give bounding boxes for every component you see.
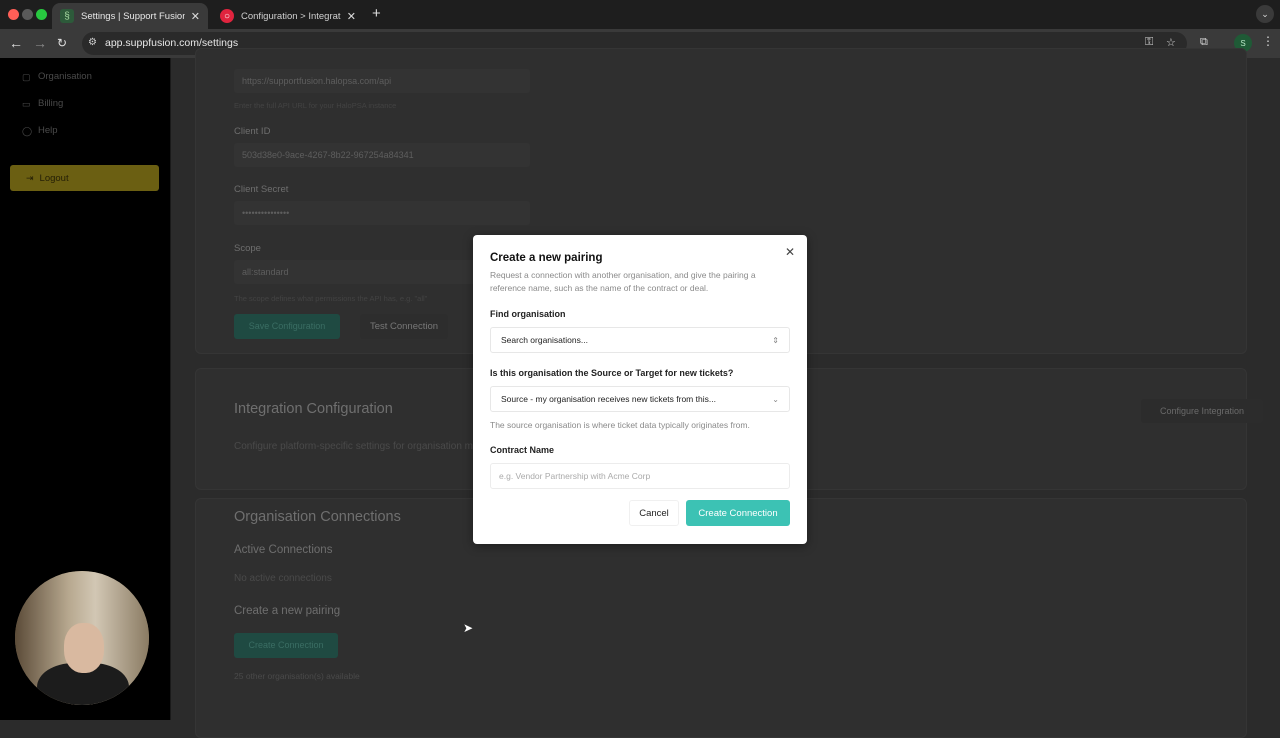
sidebar-item-organisation[interactable]: ▢ Organisation [22,71,92,82]
client-secret-input[interactable]: ••••••••••••••• [234,201,530,225]
mouse-cursor-icon: ➤ [463,621,474,635]
integration-title: Integration Configuration [234,401,393,417]
client-id-label: Client ID [234,126,271,137]
kebab-menu-icon[interactable]: ⋮ [1262,34,1274,48]
reload-icon[interactable]: ↻ [57,36,67,50]
help-icon: ◯ [22,125,33,136]
tab-strip: § Settings | Support Fusion ✕ ○ Configur… [0,0,1280,29]
chevron-up-down-icon: ⇕ [772,335,779,345]
contract-name-input[interactable] [490,463,790,489]
card-icon: ▭ [22,98,31,109]
minimize-window-button[interactable] [22,9,33,20]
save-configuration-button[interactable]: Save Configuration [234,314,340,339]
test-connection-button[interactable]: Test Connection [360,314,448,339]
sidebar-item-label: Help [38,125,58,136]
client-secret-label: Client Secret [234,184,289,195]
presenter-head [64,623,104,673]
create-connection-button[interactable]: Create Connection [234,633,338,658]
halo-favicon-icon: ○ [220,9,234,23]
sidebar-item-help[interactable]: ◯ Help [22,125,58,136]
source-target-label: Is this organisation the Source or Targe… [490,368,734,378]
api-url-input[interactable]: https://supportfusion.halopsa.com/api [234,69,530,93]
dialog-description: Request a connection with another organi… [490,270,756,293]
tab-title: Settings | Support Fusion [81,10,185,22]
sidebar-item-label: Organisation [38,71,92,82]
no-active-connections-text: No active connections [234,573,332,584]
close-window-button[interactable] [8,9,19,20]
logout-button[interactable]: ⇥ Logout [10,165,159,191]
api-url-help: Enter the full API URL for your HaloPSA … [234,101,397,110]
scope-label: Scope [234,243,261,254]
forward-arrow-icon[interactable]: → [33,35,47,51]
scope-help: The scope defines what permissions the A… [234,294,428,303]
client-id-input[interactable]: 503d38e0-9ace-4267-8b22-967254a84341 [234,143,530,167]
organisations-available-text: 25 other organisation(s) available [234,671,360,681]
source-target-select[interactable]: Source - my organisation receives new ti… [490,386,790,412]
source-target-help: The source organisation is where ticket … [490,420,750,430]
find-organisation-placeholder: Search organisations... [501,335,588,345]
chevron-down-icon[interactable]: ⌄ [1256,5,1274,23]
find-organisation-combobox[interactable]: Search organisations... ⇕ [490,327,790,353]
logout-icon: ⇥ [26,172,34,183]
sidebar-item-billing[interactable]: ▭ Billing [22,98,63,109]
cancel-button[interactable]: Cancel [629,500,679,526]
tab-settings[interactable]: § Settings | Support Fusion ✕ [52,3,208,29]
close-icon[interactable]: ✕ [347,10,356,23]
source-target-value: Source - my organisation receives new ti… [501,394,716,404]
create-pairing-dialog: ✕ Create a new pairing Request a connect… [473,235,807,544]
tab-configuration[interactable]: ○ Configuration > Integrations ✕ [212,3,364,29]
back-arrow-icon[interactable]: ← [9,35,23,51]
logout-label: Logout [39,172,69,184]
chevron-down-icon: ⌄ [772,394,779,404]
new-pairing-title: Create a new pairing [234,605,341,617]
maximize-window-button[interactable] [36,9,47,20]
site-settings-icon[interactable]: ⚙ [88,37,97,48]
sidebar-item-label: Billing [38,98,64,109]
building-icon: ▢ [22,71,31,82]
browser-window: § Settings | Support Fusion ✕ ○ Configur… [0,0,1280,738]
contract-name-label: Contract Name [490,445,555,455]
new-tab-plus-icon[interactable]: + [372,5,381,22]
dialog-title: Create a new pairing [490,252,603,264]
close-icon[interactable]: ✕ [785,245,795,259]
active-connections-title: Active Connections [234,544,333,556]
org-connections-title: Organisation Connections [234,509,401,525]
tab-title: Configuration > Integrations [241,10,341,22]
support-fusion-favicon-icon: § [60,9,74,23]
find-organisation-label: Find organisation [490,309,566,319]
webcam-overlay [15,571,149,705]
configure-integration-button[interactable]: Configure Integration [1141,399,1263,423]
create-connection-button[interactable]: Create Connection [686,500,790,526]
integration-description: Configure platform-specific settings for… [234,441,473,452]
close-icon[interactable]: ✕ [191,10,200,23]
